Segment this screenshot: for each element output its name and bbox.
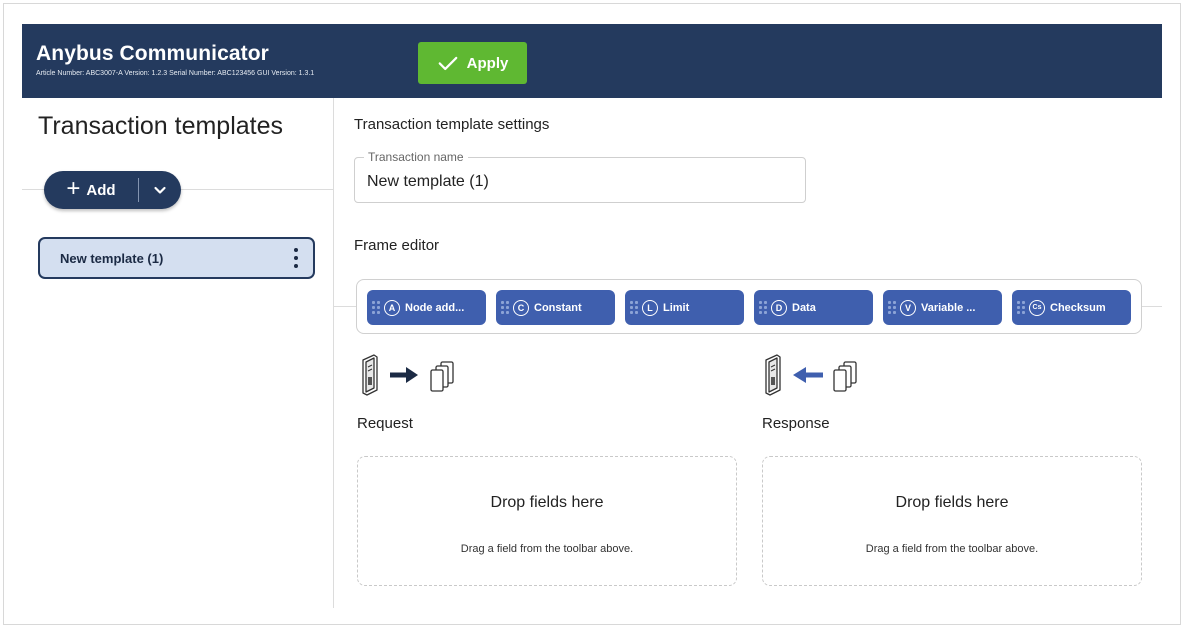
add-button[interactable]: + Add [44, 171, 138, 209]
field-chip-checksum[interactable]: Cs Checksum [1012, 290, 1131, 325]
settings-heading: Transaction template settings [354, 116, 550, 133]
template-name: New template (1) [60, 250, 164, 266]
device-info: Article Number: ABC3007-A Version: 1.2.3… [36, 70, 315, 77]
response-direction-icon [765, 354, 857, 396]
field-chip-label: Node add... [405, 301, 465, 314]
template-list-item[interactable]: New template (1) [38, 237, 315, 279]
field-toolbar: A Node add... C Constant L Limit D Data … [356, 279, 1142, 334]
field-chip-label: Constant [534, 301, 582, 314]
field-type-badge: L [642, 299, 658, 316]
request-direction-icon [362, 354, 454, 396]
check-icon [438, 56, 458, 71]
transaction-name-field[interactable]: Transaction name [354, 150, 806, 203]
request-label: Request [357, 415, 413, 432]
drag-handle-icon [630, 301, 638, 314]
drag-handle-icon [888, 301, 896, 314]
field-chip-node-address[interactable]: A Node add... [367, 290, 486, 325]
add-label: Add [86, 181, 116, 199]
more-options-icon[interactable] [293, 248, 299, 268]
drop-zone-title: Drop fields here [895, 494, 1009, 511]
field-chip-label: Limit [663, 301, 690, 314]
frame-editor-heading: Frame editor [354, 237, 440, 254]
drag-handle-icon [372, 301, 380, 314]
field-type-badge: V [900, 299, 916, 316]
field-type-badge: C [513, 299, 529, 316]
drop-zone-title: Drop fields here [490, 494, 604, 511]
response-label: Response [762, 415, 830, 432]
drop-zone-hint: Drag a field from the toolbar above. [460, 543, 634, 555]
field-chip-data[interactable]: D Data [754, 290, 873, 325]
apply-button[interactable]: Apply [418, 42, 527, 84]
add-split-button: + Add [44, 171, 181, 209]
field-chip-label: Checksum [1050, 301, 1106, 314]
drag-handle-icon [759, 301, 767, 314]
panel-divider [333, 98, 334, 608]
field-chip-label: Variable ... [921, 301, 976, 314]
apply-label: Apply [466, 54, 509, 72]
field-type-badge: A [384, 299, 400, 316]
field-type-badge: D [771, 299, 787, 316]
drag-handle-icon [501, 301, 509, 314]
field-chip-label: Data [792, 301, 816, 314]
add-dropdown-button[interactable] [139, 171, 181, 209]
transaction-name-input[interactable] [367, 173, 787, 191]
transaction-name-label: Transaction name [364, 150, 468, 164]
field-chip-constant[interactable]: C Constant [496, 290, 615, 325]
sidebar-title: Transaction templates [38, 112, 284, 140]
field-type-badge: Cs [1029, 299, 1045, 316]
header-bar: Anybus Communicator Article Number: ABC3… [22, 24, 1162, 98]
response-drop-zone[interactable]: Drop fields here Drag a field from the t… [762, 456, 1142, 586]
field-chip-variable[interactable]: V Variable ... [883, 290, 1002, 325]
request-drop-zone[interactable]: Drop fields here Drag a field from the t… [357, 456, 737, 586]
field-chip-limit[interactable]: L Limit [625, 290, 744, 325]
plus-icon: + [66, 175, 81, 202]
app-title: Anybus Communicator [36, 42, 269, 65]
chevron-down-icon [154, 186, 166, 194]
drop-zone-hint: Drag a field from the toolbar above. [865, 543, 1039, 555]
drag-handle-icon [1017, 301, 1025, 314]
sidebar: Transaction templates + Add New template… [22, 98, 333, 608]
